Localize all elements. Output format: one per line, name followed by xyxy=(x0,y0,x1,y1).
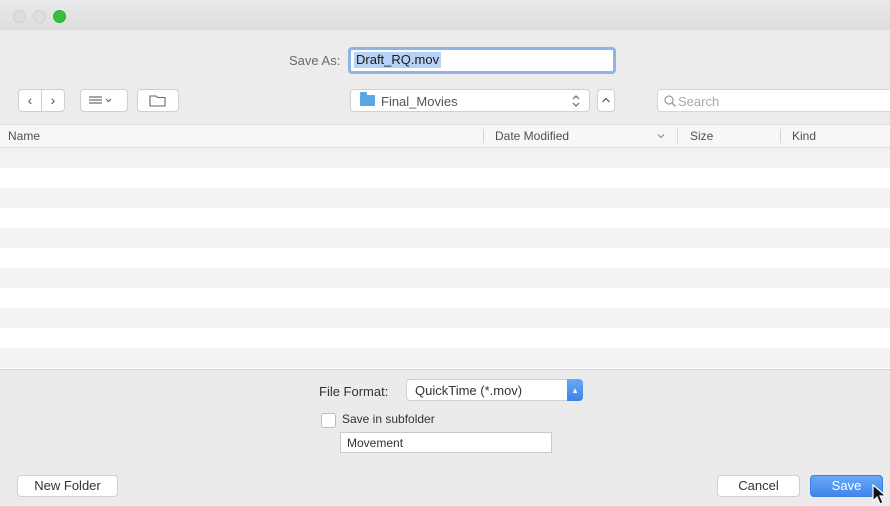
empty-row xyxy=(0,188,890,208)
updown-chevron-icon: ▴ xyxy=(567,379,583,401)
view-options-button[interactable] xyxy=(80,89,128,112)
new-folder-button[interactable]: New Folder xyxy=(17,475,118,497)
column-header-kind[interactable]: Kind xyxy=(792,129,816,143)
updown-chevron-icon xyxy=(572,95,580,107)
back-button[interactable]: ‹ xyxy=(18,89,42,112)
column-header-date-modified[interactable]: Date Modified xyxy=(495,129,569,143)
new-folder-toolbar-button[interactable] xyxy=(137,89,179,112)
location-label: Final_Movies xyxy=(381,94,458,109)
column-separator xyxy=(780,129,781,143)
folder-icon xyxy=(149,95,166,107)
close-window-button[interactable] xyxy=(13,10,26,23)
save-as-value: Draft_RQ.mov xyxy=(354,52,442,68)
chevron-up-icon xyxy=(602,97,610,103)
file-list[interactable] xyxy=(0,148,890,369)
search-placeholder: Search xyxy=(678,94,720,109)
empty-row xyxy=(0,308,890,328)
folder-icon xyxy=(360,92,375,106)
save-as-row: Save As: Draft_RQ.mov xyxy=(0,45,890,75)
subfolder-name-field[interactable]: Movement xyxy=(340,432,552,453)
file-format-select[interactable]: QuickTime (*.mov) ▴ xyxy=(406,379,583,401)
save-in-subfolder-checkbox[interactable] xyxy=(321,413,336,428)
subfolder-name-value: Movement xyxy=(347,436,404,450)
column-separator xyxy=(483,129,484,143)
forward-button[interactable]: › xyxy=(41,89,65,112)
save-in-subfolder-label[interactable]: Save in subfolder xyxy=(342,412,435,426)
file-format-label: File Format: xyxy=(319,384,389,399)
file-list-header: Name Date Modified Size Kind xyxy=(0,124,890,148)
empty-row xyxy=(0,208,890,228)
save-as-field[interactable]: Draft_RQ.mov xyxy=(348,47,616,74)
empty-row xyxy=(0,288,890,308)
options-panel: File Format: QuickTime (*.mov) ▴ Save in… xyxy=(0,369,890,506)
mouse-pointer-icon xyxy=(872,484,888,505)
minimize-window-button[interactable] xyxy=(33,10,46,23)
toolbar: ‹ › Final_Movies Search xyxy=(0,86,890,114)
save-as-label: Save As: xyxy=(289,53,341,68)
search-icon xyxy=(664,95,676,107)
column-header-size[interactable]: Size xyxy=(690,129,713,143)
chevron-left-icon: ‹ xyxy=(27,92,33,108)
chevron-right-icon: › xyxy=(50,92,56,108)
title-bar xyxy=(0,0,890,30)
zoom-window-button[interactable] xyxy=(53,10,66,23)
empty-row xyxy=(0,168,890,188)
empty-row xyxy=(0,148,890,168)
empty-row xyxy=(0,248,890,268)
empty-row xyxy=(0,228,890,248)
location-popup[interactable]: Final_Movies xyxy=(350,89,590,112)
empty-row xyxy=(0,328,890,348)
cancel-button[interactable]: Cancel xyxy=(717,475,800,497)
column-header-name[interactable]: Name xyxy=(8,129,40,143)
search-field[interactable]: Search xyxy=(657,89,890,112)
column-separator xyxy=(677,129,678,143)
list-view-icon xyxy=(89,96,112,104)
collapse-button[interactable] xyxy=(597,89,615,112)
sort-chevron-down-icon xyxy=(657,134,665,139)
file-format-value: QuickTime (*.mov) xyxy=(415,383,523,398)
empty-row xyxy=(0,268,890,288)
empty-row xyxy=(0,348,890,368)
